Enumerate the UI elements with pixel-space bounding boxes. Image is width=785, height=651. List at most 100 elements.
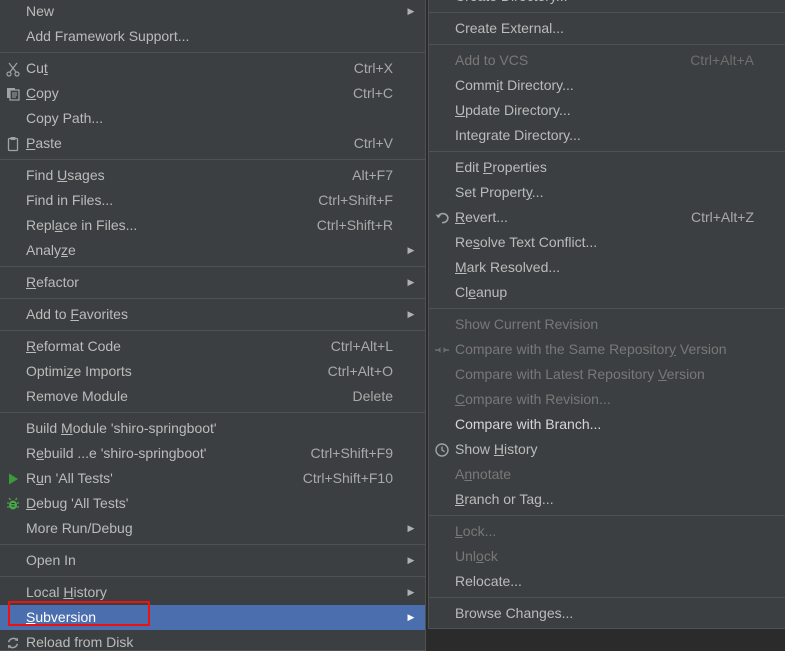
icon-placeholder	[0, 548, 26, 573]
menu-item-label: Debug 'All Tests'	[26, 495, 129, 511]
icon-placeholder	[0, 106, 26, 131]
menu-item-debug-all-tests[interactable]: Debug 'All Tests'	[0, 491, 425, 516]
menu-item-cut[interactable]: Cut Ctrl+X	[0, 56, 425, 81]
subversion-submenu: Create Directory... Create External... Add…	[428, 0, 785, 629]
menu-item-lock: Lock...	[429, 519, 785, 544]
menu-separator	[0, 159, 425, 160]
menu-item-label: Reload from Disk	[26, 634, 134, 650]
menu-item-remove-module[interactable]: Remove Module Delete	[0, 384, 425, 409]
icon-placeholder	[429, 519, 455, 544]
menu-item-label: Copy	[26, 85, 59, 101]
menu-item-rebuild-e-shiro-springboot[interactable]: Rebuild ...e 'shiro-springboot' Ctrl+Shif…	[0, 441, 425, 466]
menu-item-label: Compare with the Same Repository Version	[455, 341, 727, 357]
icon-placeholder	[429, 280, 455, 305]
submenu-arrow-icon: ▶	[407, 612, 415, 622]
menu-item-label: Find Usages	[26, 167, 105, 183]
icon-placeholder	[429, 601, 455, 626]
menu-item-compare-with-revision: Compare with Revision...	[429, 387, 785, 412]
icon-placeholder	[0, 302, 26, 327]
menu-item-label: Local History	[26, 584, 107, 600]
menu-separator	[429, 12, 785, 13]
clipped-menu-item[interactable]: Create Directory...	[429, 0, 785, 9]
menu-item-edit-properties[interactable]: Edit Properties	[429, 155, 785, 180]
menu-separator	[0, 298, 425, 299]
menu-item-paste[interactable]: Paste Ctrl+V	[0, 131, 425, 156]
menu-item-branch-or-tag[interactable]: Branch or Tag...	[429, 487, 785, 512]
menu-item-resolve-text-conflict[interactable]: Resolve Text Conflict...	[429, 230, 785, 255]
menu-item-more-run-debug[interactable]: More Run/Debug ▶	[0, 516, 425, 541]
menu-item-label: Build Module 'shiro-springboot'	[26, 420, 217, 436]
menu-item-shortcut: Ctrl+Alt+O	[327, 363, 393, 379]
menu-item-create-directory[interactable]: Create Directory...	[429, 0, 785, 9]
revert-icon	[429, 205, 455, 230]
menu-item-open-in[interactable]: Open In ▶	[0, 548, 425, 573]
icon-placeholder	[429, 569, 455, 594]
menu-item-shortcut: Alt+F7	[352, 167, 393, 183]
menu-item-commit-directory[interactable]: Commit Directory...	[429, 73, 785, 98]
menu-item-show-history[interactable]: Show History	[429, 437, 785, 462]
history-icon	[429, 437, 455, 462]
menu-item-set-property[interactable]: Set Property...	[429, 180, 785, 205]
menu-item-copy-path[interactable]: Copy Path...	[0, 106, 425, 131]
icon-placeholder	[0, 384, 26, 409]
menu-separator	[0, 412, 425, 413]
menu-item-reformat-code[interactable]: Reformat Code Ctrl+Alt+L	[0, 334, 425, 359]
icon-placeholder	[429, 362, 455, 387]
menu-item-label: Unlock	[455, 548, 498, 564]
menu-item-build-module-shiro-springboot[interactable]: Build Module 'shiro-springboot'	[0, 416, 425, 441]
icon-placeholder	[0, 416, 26, 441]
menu-item-find-usages[interactable]: Find Usages Alt+F7	[0, 163, 425, 188]
menu-item-local-history[interactable]: Local History ▶	[0, 580, 425, 605]
menu-item-find-in-files[interactable]: Find in Files... Ctrl+Shift+F	[0, 188, 425, 213]
menu-item-refactor[interactable]: Refactor ▶	[0, 270, 425, 295]
menu-item-update-directory[interactable]: Update Directory...	[429, 98, 785, 123]
icon-placeholder	[429, 16, 455, 41]
menu-item-add-framework-support[interactable]: Add Framework Support...	[0, 24, 425, 49]
icon-placeholder	[0, 334, 26, 359]
menu-item-unlock: Unlock	[429, 544, 785, 569]
menu-item-label: Subversion	[26, 609, 97, 625]
menu-separator	[0, 330, 425, 331]
menu-item-subversion[interactable]: Subversion ▶	[0, 605, 425, 630]
menu-item-copy[interactable]: Copy Ctrl+C	[0, 81, 425, 106]
icon-placeholder	[429, 387, 455, 412]
screen-root: New ▶ Add Framework Support... Cut Ctrl+X Cop…	[0, 0, 785, 651]
menu-item-browse-changes[interactable]: Browse Changes...	[429, 601, 785, 626]
menu-item-shortcut: Ctrl+Shift+F9	[310, 445, 393, 461]
menu-item-label: Annotate	[455, 466, 512, 482]
scissors-icon	[0, 56, 26, 81]
menu-item-label: Relocate...	[455, 573, 522, 589]
menu-separator	[429, 44, 785, 45]
clipboard-icon	[0, 131, 26, 156]
menu-item-replace-in-files[interactable]: Replace in Files... Ctrl+Shift+R	[0, 213, 425, 238]
menu-item-new[interactable]: New ▶	[0, 0, 425, 24]
menu-item-compare-with-branch[interactable]: Compare with Branch...	[429, 412, 785, 437]
menu-item-relocate[interactable]: Relocate...	[429, 569, 785, 594]
icon-placeholder	[429, 48, 455, 73]
menu-separator	[0, 544, 425, 545]
menu-item-label: Rebuild ...e 'shiro-springboot'	[26, 445, 207, 461]
menu-item-shortcut: Ctrl+C	[352, 85, 393, 101]
icon-placeholder	[0, 270, 26, 295]
icon-placeholder	[429, 123, 455, 148]
icon-placeholder	[429, 0, 455, 9]
menu-item-label: Resolve Text Conflict...	[455, 234, 598, 250]
menu-separator	[0, 576, 425, 577]
menu-item-create-external[interactable]: Create External...	[429, 16, 785, 41]
menu-item-label: Edit Properties	[455, 159, 547, 175]
icon-placeholder	[429, 312, 455, 337]
menu-item-run-all-tests[interactable]: Run 'All Tests' Ctrl+Shift+F10	[0, 466, 425, 491]
submenu-arrow-icon: ▶	[407, 309, 415, 319]
menu-item-shortcut: Ctrl+X	[353, 60, 393, 76]
menu-item-add-to-favorites[interactable]: Add to Favorites ▶	[0, 302, 425, 327]
menu-item-shortcut: Ctrl+Shift+R	[316, 217, 393, 233]
menu-item-integrate-directory[interactable]: Integrate Directory...	[429, 123, 785, 148]
menu-item-shortcut: Ctrl+Alt+Z	[690, 209, 754, 225]
menu-item-revert[interactable]: Revert... Ctrl+Alt+Z	[429, 205, 785, 230]
menu-separator	[0, 52, 425, 53]
menu-item-reload-from-disk[interactable]: Reload from Disk	[0, 630, 425, 650]
menu-item-cleanup[interactable]: Cleanup	[429, 280, 785, 305]
menu-item-mark-resolved[interactable]: Mark Resolved...	[429, 255, 785, 280]
menu-item-analyze[interactable]: Analyze ▶	[0, 238, 425, 263]
menu-item-optimize-imports[interactable]: Optimize Imports Ctrl+Alt+O	[0, 359, 425, 384]
